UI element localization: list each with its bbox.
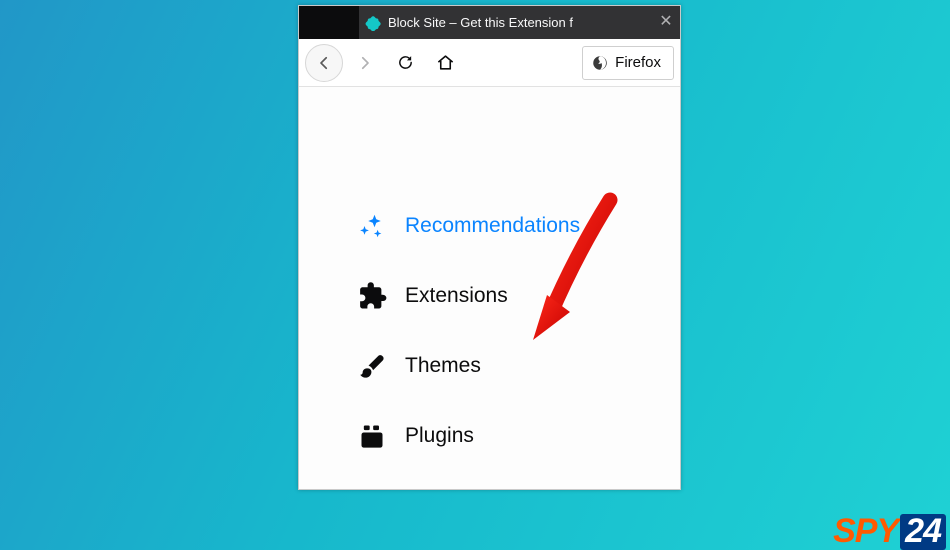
plugin-icon — [357, 421, 387, 451]
tab-strip: Block Site – Get this Extension f ✕ — [299, 6, 680, 39]
sidebar-item-label: Plugins — [405, 424, 474, 448]
reload-button[interactable] — [387, 45, 423, 81]
blocksite-favicon-icon — [365, 15, 381, 31]
browser-window: Block Site – Get this Extension f ✕ Fire… — [298, 5, 681, 490]
firefox-account-button[interactable]: Firefox — [582, 46, 674, 80]
tab-active[interactable]: Block Site – Get this Extension f ✕ — [359, 6, 680, 39]
sidebar-item-label: Themes — [405, 354, 481, 378]
sidebar-item-plugins[interactable]: Plugins — [357, 401, 680, 471]
watermark-part2: 24 — [900, 514, 946, 550]
tab-close-icon[interactable]: ✕ — [658, 15, 674, 31]
paintbrush-icon — [357, 351, 387, 381]
puzzle-icon — [357, 281, 387, 311]
firefox-label: Firefox — [615, 54, 661, 71]
sidebar-item-themes[interactable]: Themes — [357, 331, 680, 401]
sidebar-item-label: Recommendations — [405, 214, 580, 238]
forward-button[interactable] — [347, 45, 383, 81]
sidebar-item-extensions[interactable]: Extensions — [357, 261, 680, 331]
watermark-part1: SPY — [833, 514, 898, 548]
sidebar-item-recommendations[interactable]: Recommendations — [357, 191, 680, 261]
home-button[interactable] — [427, 45, 463, 81]
tabstrip-spacer — [299, 6, 359, 39]
sidebar-item-label: Extensions — [405, 284, 508, 308]
addons-sidebar: Recommendations Extensions Themes — [299, 87, 680, 489]
sparkle-icon — [357, 211, 387, 241]
watermark-logo: SPY24 — [833, 514, 946, 550]
back-button[interactable] — [305, 44, 343, 82]
firefox-logo-icon — [591, 54, 609, 72]
tab-title: Block Site – Get this Extension f — [388, 15, 651, 30]
nav-toolbar: Firefox — [299, 39, 680, 87]
